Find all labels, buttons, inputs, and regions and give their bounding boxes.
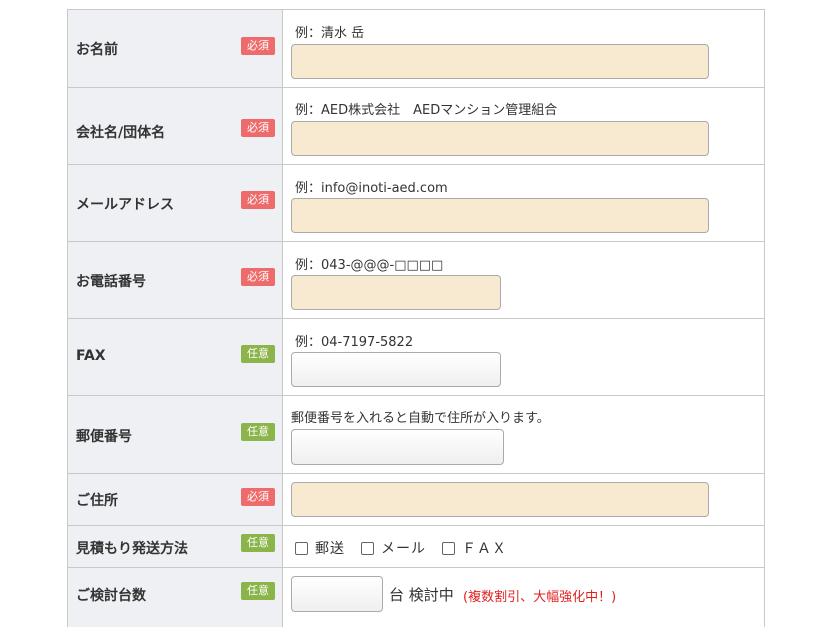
checkbox-post[interactable] bbox=[295, 541, 308, 555]
checkbox-email[interactable] bbox=[361, 541, 374, 555]
field-hint: 例：043-@@@-□□□□ bbox=[295, 258, 444, 273]
input-cell: 例：info@inoti-aed.com bbox=[283, 165, 765, 241]
form-row-company: 会社名/団体名 必須 例：AED株式会社 AEDマンション管理組合 bbox=[67, 87, 765, 164]
checkbox-label: 郵送 bbox=[315, 541, 345, 557]
form-row-name: お名前 必須 例：清水 岳 bbox=[67, 9, 765, 87]
field-label: 会社名/団体名 bbox=[76, 125, 166, 141]
form-row-address: ご住所 必須 bbox=[67, 473, 765, 525]
label-cell: ご住所 必須 bbox=[67, 474, 283, 525]
field-label: ご住所 bbox=[76, 493, 118, 509]
input-cell: 例：AED株式会社 AEDマンション管理組合 bbox=[283, 88, 765, 164]
checkbox-label: メール bbox=[381, 541, 426, 557]
input-cell: 例：清水 岳 bbox=[283, 10, 765, 87]
form-row-postal-code: 郵便番号 任意 郵便番号を入れると自動で住所が入ります。 bbox=[67, 395, 765, 473]
field-label: お電話番号 bbox=[76, 274, 146, 290]
form-row-delivery-method: 見積もり発送方法 任意 郵送 メール ＦＡＸ bbox=[67, 525, 765, 567]
checkbox-label: ＦＡＸ bbox=[462, 541, 507, 557]
phone-input[interactable] bbox=[291, 275, 501, 310]
delivery-method-options: 郵送 メール ＦＡＸ bbox=[295, 538, 523, 558]
email-input[interactable] bbox=[291, 198, 709, 233]
required-badge: 必須 bbox=[241, 37, 275, 55]
input-cell: 例：043-@@@-□□□□ bbox=[283, 242, 765, 318]
label-cell: 郵便番号 任意 bbox=[67, 396, 283, 473]
input-cell: 例：04-7197-5822 bbox=[283, 319, 765, 395]
required-badge: 必須 bbox=[241, 488, 275, 506]
field-label: 見積もり発送方法 bbox=[76, 541, 188, 557]
field-hint: 例：AED株式会社 AEDマンション管理組合 bbox=[295, 103, 558, 118]
optional-badge: 任意 bbox=[241, 582, 275, 600]
label-cell: FAX 任意 bbox=[67, 319, 283, 395]
label-cell: お名前 必須 bbox=[67, 10, 283, 87]
field-label: FAX bbox=[76, 348, 106, 364]
field-hint: 例：04-7197-5822 bbox=[295, 335, 414, 350]
input-cell: 郵便番号を入れると自動で住所が入ります。 bbox=[283, 396, 765, 473]
label-cell: お電話番号 必須 bbox=[67, 242, 283, 318]
fax-input[interactable] bbox=[291, 352, 501, 387]
required-badge: 必須 bbox=[241, 268, 275, 286]
field-label: お名前 bbox=[76, 42, 118, 58]
required-badge: 必須 bbox=[241, 191, 275, 209]
postal-code-input[interactable] bbox=[291, 429, 504, 465]
checkbox-fax[interactable] bbox=[442, 541, 455, 555]
form-row-fax: FAX 任意 例：04-7197-5822 bbox=[67, 318, 765, 395]
input-cell bbox=[283, 474, 765, 525]
field-hint: 郵便番号を入れると自動で住所が入ります。 bbox=[291, 411, 550, 426]
label-cell: 会社名/団体名 必須 bbox=[67, 88, 283, 164]
address-input[interactable] bbox=[291, 482, 709, 517]
form-row-unit-count: ご検討台数 任意 台 検討中 (複数割引、大幅強化中！) bbox=[67, 567, 765, 627]
field-hint: 例：清水 岳 bbox=[295, 26, 365, 41]
unit-count-input[interactable] bbox=[291, 576, 383, 612]
input-cell: 台 検討中 (複数割引、大幅強化中！) bbox=[283, 568, 765, 627]
field-label: 郵便番号 bbox=[76, 429, 132, 445]
company-input[interactable] bbox=[291, 121, 709, 156]
field-label: メールアドレス bbox=[76, 197, 174, 213]
name-input[interactable] bbox=[291, 44, 709, 79]
label-cell: 見積もり発送方法 任意 bbox=[67, 526, 283, 567]
input-cell: 郵送 メール ＦＡＸ bbox=[283, 526, 765, 567]
optional-badge: 任意 bbox=[241, 534, 275, 552]
optional-badge: 任意 bbox=[241, 423, 275, 441]
form-row-email: メールアドレス 必須 例：info@inoti-aed.com bbox=[67, 164, 765, 241]
discount-note: (複数割引、大幅強化中！) bbox=[463, 590, 617, 605]
label-cell: メールアドレス 必須 bbox=[67, 165, 283, 241]
field-hint: 例：info@inoti-aed.com bbox=[295, 181, 448, 196]
label-cell: ご検討台数 任意 bbox=[67, 568, 283, 627]
required-badge: 必須 bbox=[241, 119, 275, 137]
optional-badge: 任意 bbox=[241, 345, 275, 363]
unit-label: 台 検討中 bbox=[389, 586, 454, 604]
field-label: ご検討台数 bbox=[76, 588, 146, 604]
form-row-phone: お電話番号 必須 例：043-@@@-□□□□ bbox=[67, 241, 765, 318]
